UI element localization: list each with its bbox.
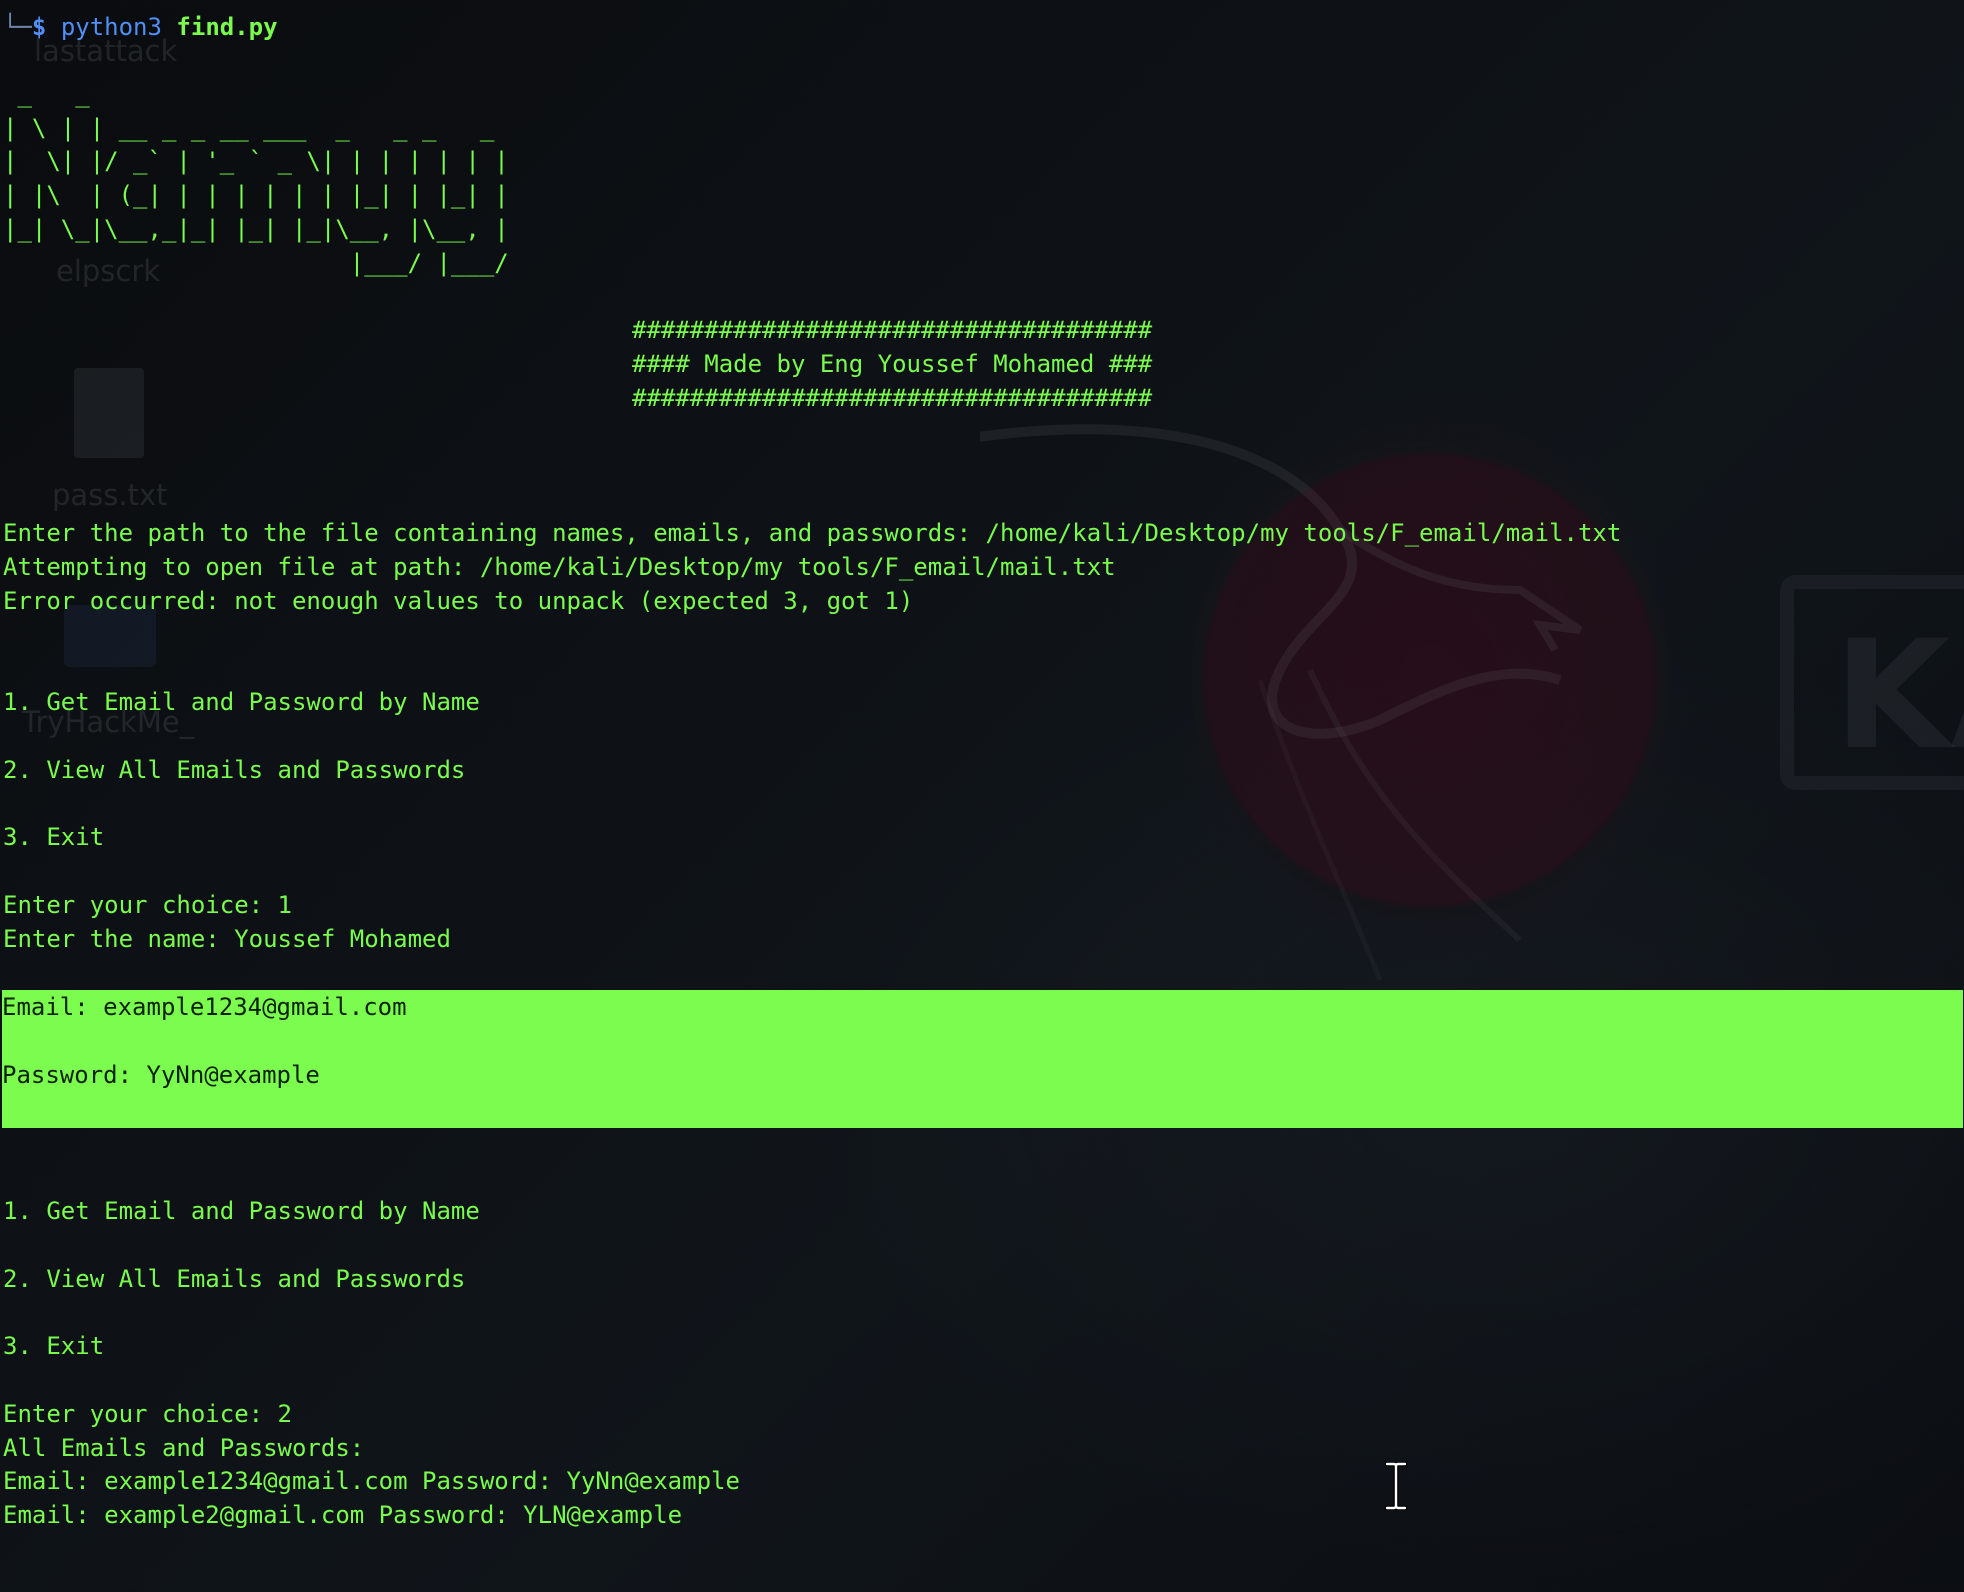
- terminal-output[interactable]: └─$ python3 find.py _ _ | \ | | __ _ _ _…: [2, 10, 1963, 1533]
- banner-line: | \| |/ _` | '_ ` _ \| | | | | | |: [3, 147, 509, 176]
- menu-option-3: 3. Exit: [3, 1332, 105, 1361]
- entry-line: Email: example2@gmail.com Password: YLN@…: [3, 1501, 683, 1530]
- path-prompt-line: Enter the path to the file containing na…: [3, 519, 1622, 548]
- text-cursor-icon: [1384, 1461, 1408, 1511]
- entry-line: Email: example1234@gmail.com Password: Y…: [3, 1467, 740, 1496]
- search-result-highlight: Email: example1234@gmail.com Password: Y…: [2, 990, 1963, 1128]
- credit-block: #################################### ###…: [3, 314, 1961, 415]
- banner-line: |___/ |___/: [3, 248, 509, 277]
- attempting-line: Attempting to open file at path: /home/k…: [3, 552, 1116, 581]
- ascii-banner: _ _ | \ | | __ _ _ __ ___ _ _ _ _ | \| |…: [3, 78, 1961, 281]
- credit-line: ####################################: [632, 383, 1153, 412]
- prompt-symbol: $: [31, 13, 47, 41]
- credit-line: #### Made by Eng Youssef Mohamed ###: [632, 350, 1153, 379]
- choice-line: Enter your choice: 2: [3, 1399, 292, 1428]
- menu-option-3: 3. Exit: [3, 823, 105, 852]
- choice-line: Enter your choice: 1: [3, 890, 292, 919]
- prompt-argument: find.py: [176, 13, 278, 41]
- banner-line: |_| \_|\__,_|_| |_| |_|\__, |\__, |: [3, 214, 509, 243]
- error-line: Error occurred: not enough values to unp…: [3, 586, 914, 615]
- all-entries-header: All Emails and Passwords:: [3, 1433, 365, 1462]
- banner-line: _ _: [3, 79, 90, 108]
- name-line: Enter the name: Youssef Mohamed: [3, 924, 451, 953]
- credit-line: ####################################: [632, 316, 1153, 345]
- shell-prompt: └─$ python3 find.py: [3, 10, 1961, 44]
- banner-line: | \ | | __ _ _ __ ___ _ _ _ _: [3, 113, 495, 142]
- result-email-line: Email: example1234@gmail.com: [2, 993, 407, 1022]
- menu-option-2: 2. View All Emails and Passwords: [3, 755, 466, 784]
- menu-option-1: 1. Get Email and Password by Name: [3, 1197, 480, 1226]
- banner-line: | |\ | (_| | | | | | | |_| | |_| |: [3, 181, 509, 210]
- menu-option-1: 1. Get Email and Password by Name: [3, 688, 480, 717]
- menu-option-2: 2. View All Emails and Passwords: [3, 1264, 466, 1293]
- prompt-command: python3: [60, 13, 162, 41]
- prompt-corner: └─: [3, 13, 32, 41]
- result-password-line: Password: YyNn@example: [2, 1060, 320, 1089]
